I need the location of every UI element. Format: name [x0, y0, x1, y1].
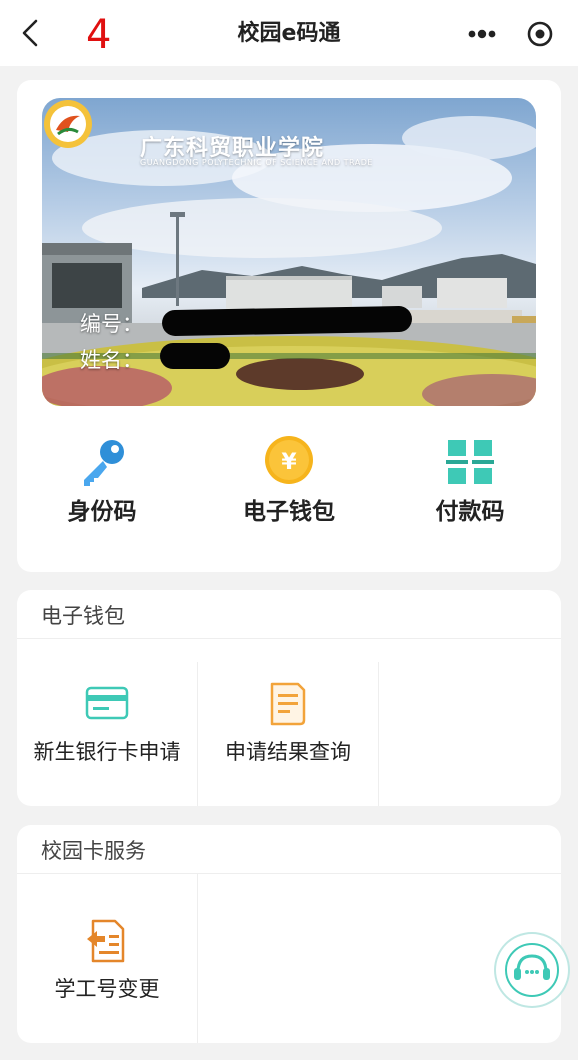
top-bar: 4 校园e码通: [0, 0, 578, 66]
section-title: 电子钱包: [41, 604, 125, 628]
campus-card-image: 广东科贸职业学院 GUANGDONG POLYTECHNIC OF SCIENC…: [42, 98, 536, 406]
id-change-tile[interactable]: 学工号变更: [17, 877, 197, 1037]
campus-card-panel: 广东科贸职业学院 GUANGDONG POLYTECHNIC OF SCIENC…: [17, 80, 561, 572]
redacted-number: [161, 305, 413, 337]
card-name-label: 姓名：: [80, 348, 143, 372]
id-change-label: 学工号变更: [54, 977, 160, 1001]
customer-service-button[interactable]: [496, 934, 568, 1006]
svg-text:¥: ¥: [281, 450, 297, 475]
headset-chat-icon: [505, 943, 559, 997]
bank-card-apply-tile[interactable]: 新生银行卡申请: [17, 640, 197, 800]
section-divider: [17, 638, 561, 639]
bank-card-apply-label: 新生银行卡申请: [33, 740, 181, 764]
card-number-label: 编号：: [80, 312, 143, 336]
pay-code-button[interactable]: 付款码: [385, 420, 555, 540]
yuan-coin-icon: ¥: [265, 436, 313, 484]
e-wallet-button[interactable]: ¥ 电子钱包: [204, 420, 374, 540]
e-wallet-section: 电子钱包 新生银行卡申请 申请结果查询: [17, 590, 561, 806]
section-divider: [17, 873, 561, 874]
redacted-name: [160, 343, 230, 369]
bank-card-icon: [85, 686, 129, 720]
result-query-label: 申请结果查询: [225, 740, 351, 764]
more-icon[interactable]: [462, 18, 502, 50]
close-miniprogram-icon[interactable]: [524, 18, 556, 50]
school-name-en: GUANGDONG POLYTECHNIC OF SCIENCE AND TRA…: [140, 158, 373, 167]
identity-code-button[interactable]: 身份码: [17, 420, 187, 540]
e-wallet-label: 电子钱包: [243, 499, 335, 525]
school-logo-icon: [44, 100, 92, 148]
pay-code-label: 付款码: [435, 499, 505, 525]
grid-divider: [197, 874, 198, 1043]
result-query-tile[interactable]: 申请结果查询: [198, 640, 378, 800]
pay-code-icon: [446, 438, 494, 486]
document-icon: [270, 682, 306, 726]
id-change-icon: [87, 919, 125, 963]
grid-divider: [378, 662, 379, 806]
campus-card-service-section: 校园卡服务 学工号变更: [17, 825, 561, 1043]
section-title: 校园卡服务: [41, 839, 146, 863]
key-icon: [84, 440, 124, 486]
identity-code-label: 身份码: [67, 499, 137, 525]
